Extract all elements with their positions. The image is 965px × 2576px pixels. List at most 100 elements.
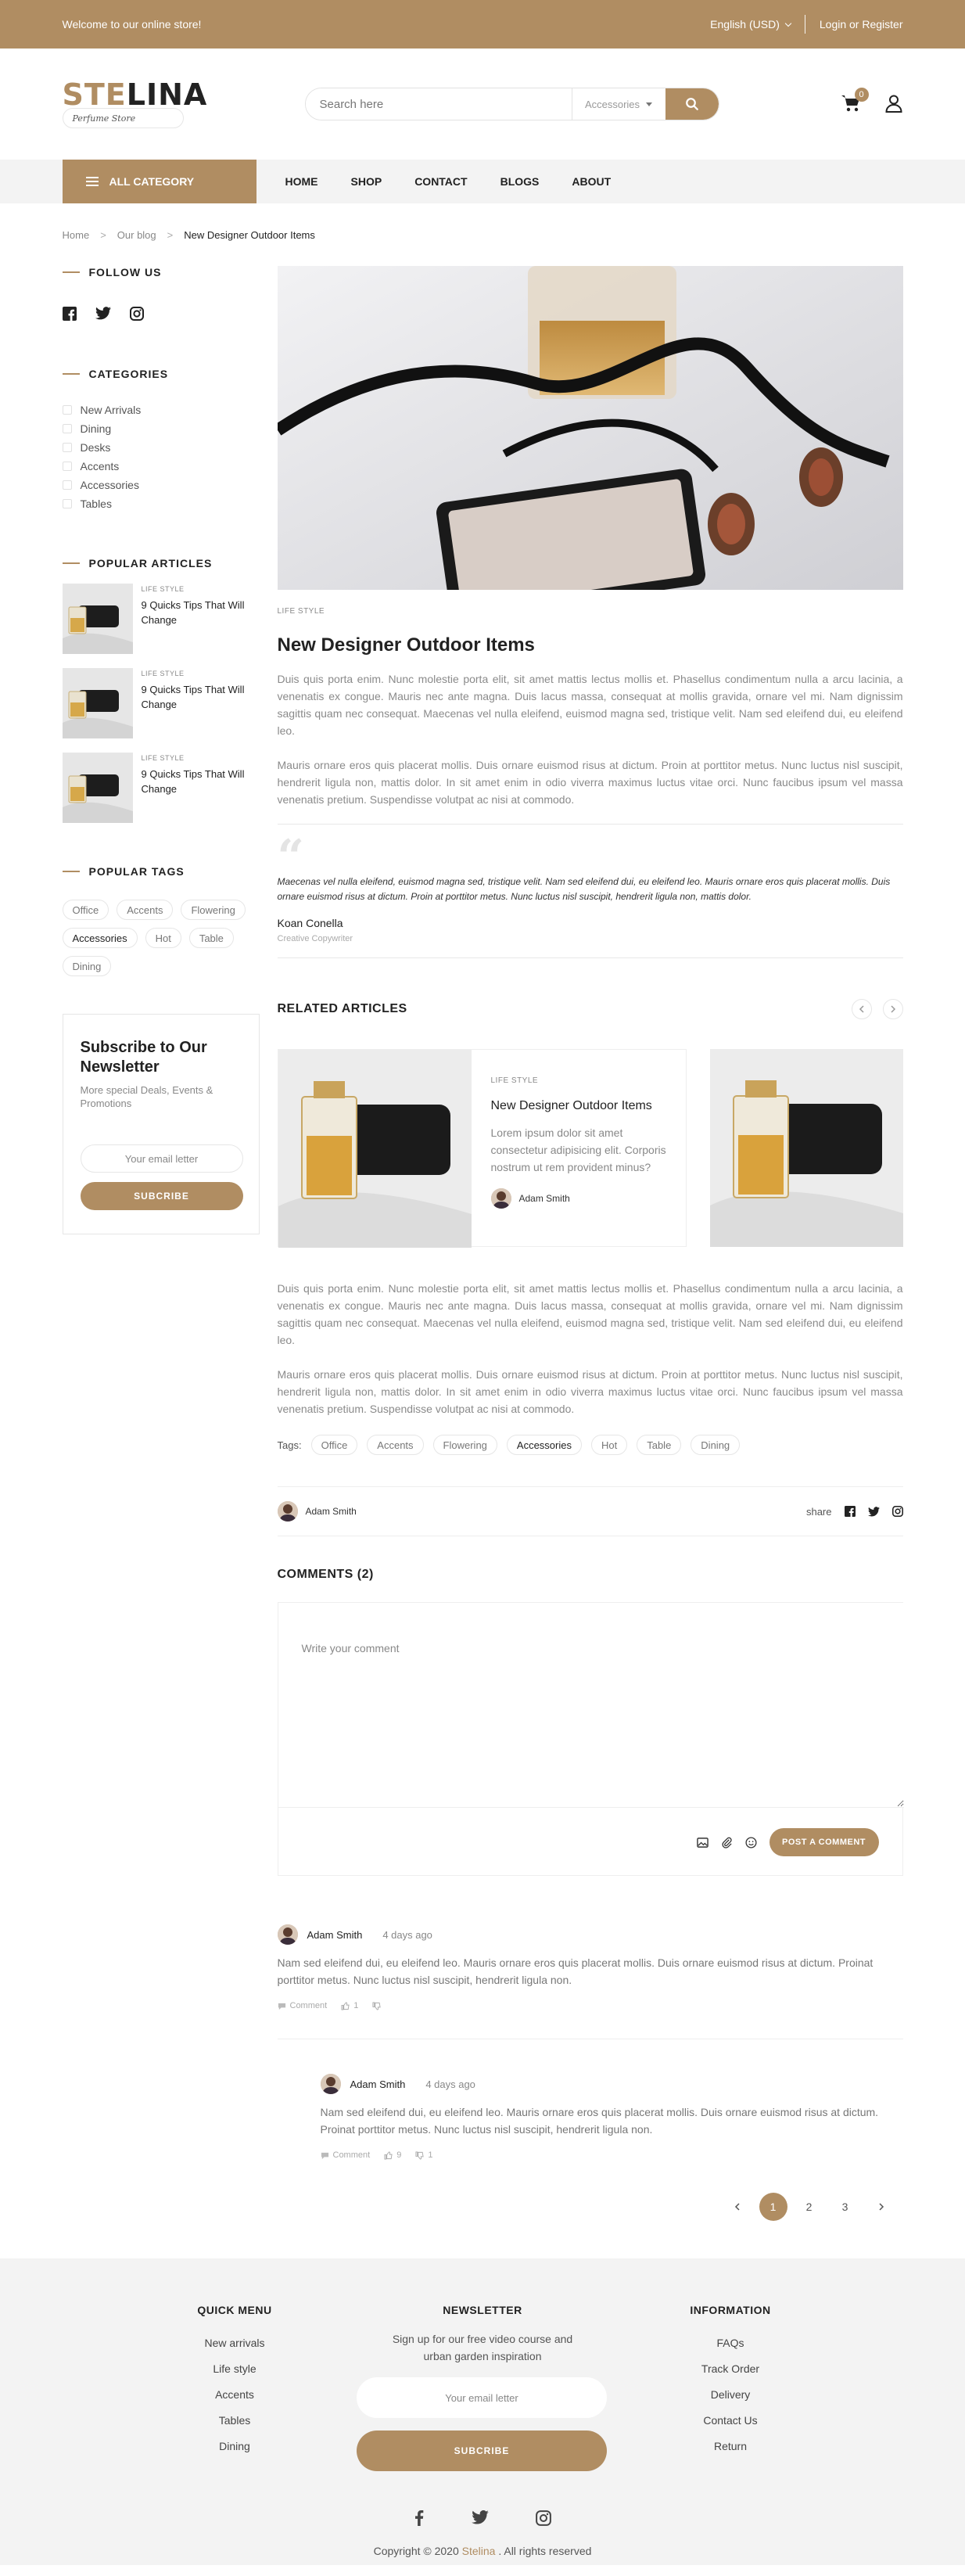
facebook-icon[interactable] <box>844 1506 856 1517</box>
footer-link[interactable]: Delivery <box>683 2382 777 2408</box>
subscribe-button[interactable]: SUBCRIBE <box>80 1182 243 1210</box>
category-item[interactable]: Tables <box>62 494 260 513</box>
all-category-button[interactable]: ALL CATEGORY <box>62 160 256 203</box>
emoji-icon[interactable] <box>744 1836 757 1848</box>
tag[interactable]: Table <box>637 1435 682 1455</box>
checkbox[interactable] <box>62 480 72 490</box>
footer-email-input[interactable]: Your email letter <box>357 2377 607 2418</box>
search-input[interactable] <box>305 88 572 120</box>
newsletter-email-input[interactable]: Your email letter <box>80 1144 243 1173</box>
tag[interactable]: Office <box>310 1435 358 1455</box>
copyright-text: Copyright © 2020 <box>373 2545 459 2557</box>
footer-link[interactable]: Contact Us <box>683 2408 777 2434</box>
footer-link[interactable]: Accents <box>196 2382 274 2408</box>
language-selector[interactable]: English (USD) <box>710 18 792 31</box>
footer-link[interactable]: Tables <box>196 2408 274 2434</box>
nav-about[interactable]: ABOUT <box>572 175 611 188</box>
next-arrow-button[interactable] <box>882 999 903 1019</box>
page-button[interactable]: 1 <box>759 2193 787 2221</box>
category-item[interactable]: Dining <box>62 419 260 438</box>
tag[interactable]: Dining <box>62 956 112 976</box>
tag[interactable]: Hot <box>590 1435 628 1455</box>
cart-button[interactable]: 0 <box>841 87 869 115</box>
tag[interactable]: Accessories <box>506 1435 582 1455</box>
copyright-brand-link[interactable]: Stelina <box>462 2545 496 2557</box>
related-title[interactable]: New Designer Outdoor Items <box>491 1099 671 1113</box>
page-button[interactable]: 2 <box>795 2193 823 2221</box>
post-comment-button[interactable]: POST A COMMENT <box>769 1828 879 1856</box>
popular-article[interactable]: LIFE STYLE 9 Quicks Tips That Will Chang… <box>62 668 260 738</box>
checkbox[interactable] <box>62 443 72 452</box>
twitter-icon[interactable] <box>95 307 111 320</box>
nav-blogs[interactable]: BLOGS <box>500 175 540 188</box>
next-page-button[interactable] <box>867 2193 895 2221</box>
footer-link[interactable]: FAQs <box>683 2330 777 2356</box>
article-title[interactable]: 9 Quicks Tips That Will Change <box>142 598 249 627</box>
logo[interactable]: STELINA Perfume Store <box>62 80 206 128</box>
search-button[interactable] <box>665 88 719 120</box>
like-button[interactable]: 9 <box>384 2150 401 2160</box>
nav-shop[interactable]: SHOP <box>351 175 382 188</box>
tag[interactable]: Office <box>62 900 109 920</box>
checkbox[interactable] <box>62 499 72 508</box>
avatar <box>277 1501 298 1522</box>
category-item[interactable]: Desks <box>62 438 260 457</box>
breadcrumb-blog[interactable]: Our blog <box>117 229 156 241</box>
tag[interactable]: Flowering <box>181 900 246 920</box>
tag[interactable]: Hot <box>145 928 181 948</box>
instagram-icon[interactable] <box>891 1506 903 1517</box>
tag[interactable]: Table <box>188 928 234 948</box>
tag[interactable]: Accents <box>117 900 174 920</box>
tag[interactable]: Accents <box>367 1435 424 1455</box>
article-thumbnail[interactable] <box>62 753 133 823</box>
instagram-icon[interactable] <box>536 2510 551 2526</box>
instagram-icon[interactable] <box>129 307 144 321</box>
article-title[interactable]: 9 Quicks Tips That Will Change <box>142 767 249 796</box>
account-button[interactable] <box>884 94 903 115</box>
category-item[interactable]: Accessories <box>62 476 260 494</box>
like-button[interactable]: 1 <box>341 2001 358 2010</box>
article-thumbnail[interactable] <box>62 668 133 738</box>
facebook-icon[interactable] <box>414 2510 425 2526</box>
checkbox[interactable] <box>62 462 72 471</box>
related-article-image[interactable] <box>709 1049 903 1247</box>
nav-home[interactable]: HOME <box>285 175 318 188</box>
image-icon[interactable] <box>696 1837 709 1848</box>
search-category-select[interactable]: Accessories <box>571 88 665 120</box>
footer-subscribe-button[interactable]: SUBCRIBE <box>357 2430 607 2471</box>
related-article-card[interactable]: LIFE STYLE New Designer Outdoor Items Lo… <box>277 1049 687 1248</box>
paperclip-icon[interactable] <box>721 1837 733 1848</box>
footer-link[interactable]: Dining <box>196 2434 274 2459</box>
dislike-button[interactable] <box>372 2001 385 2010</box>
prev-page-button[interactable] <box>723 2193 752 2221</box>
twitter-icon[interactable] <box>472 2510 489 2524</box>
category-item[interactable]: New Arrivals <box>62 401 260 419</box>
facebook-icon[interactable] <box>62 307 77 321</box>
popular-article[interactable]: LIFE STYLE 9 Quicks Tips That Will Chang… <box>62 753 260 823</box>
post-paragraph: Duis quis porta enim. Nunc molestie port… <box>277 1282 903 1346</box>
footer-link[interactable]: Return <box>683 2434 777 2459</box>
footer-link[interactable]: Life style <box>196 2356 274 2382</box>
dislike-button[interactable]: 1 <box>415 2150 432 2160</box>
article-title[interactable]: 9 Quicks Tips That Will Change <box>142 682 249 712</box>
breadcrumb-home[interactable]: Home <box>63 229 90 241</box>
footer-link[interactable]: Track Order <box>683 2356 777 2382</box>
checkbox[interactable] <box>62 405 72 415</box>
nav-contact[interactable]: CONTACT <box>414 175 467 188</box>
popular-article[interactable]: LIFE STYLE 9 Quicks Tips That Will Chang… <box>62 584 260 654</box>
footer-link[interactable]: New arrivals <box>196 2330 274 2356</box>
reply-button[interactable]: Comment <box>278 2001 327 2010</box>
tag[interactable]: Flowering <box>432 1435 497 1455</box>
article-thumbnail[interactable] <box>62 584 133 654</box>
tag[interactable]: Accessories <box>62 928 138 948</box>
checkbox[interactable] <box>62 424 72 433</box>
tag[interactable]: Dining <box>691 1435 741 1455</box>
reply-button[interactable]: Comment <box>321 2150 370 2160</box>
prev-arrow-button[interactable] <box>851 999 872 1019</box>
related-article-image[interactable] <box>278 1050 472 1248</box>
twitter-icon[interactable] <box>867 1506 880 1517</box>
category-item[interactable]: Accents <box>62 457 260 476</box>
page-button[interactable]: 3 <box>831 2193 859 2221</box>
comment-textarea[interactable] <box>278 1603 904 1808</box>
login-register-link[interactable]: Login or Register <box>820 18 903 31</box>
